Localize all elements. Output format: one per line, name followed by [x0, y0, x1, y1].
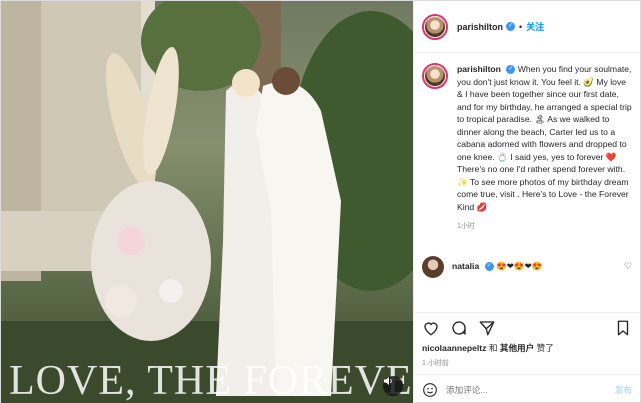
caption: parishilton ✓ When you find your soulmat… — [457, 63, 632, 234]
bookmark-icon[interactable] — [614, 319, 632, 337]
flower — [159, 279, 183, 303]
comment-text: 😍❤😍❤😍 — [496, 261, 543, 271]
comment-input[interactable] — [446, 384, 615, 395]
heart-icon[interactable] — [422, 319, 440, 337]
comments-area: parishilton ✓ When you find your soulmat… — [414, 53, 640, 312]
speaker-icon[interactable] — [383, 376, 403, 396]
post-comment-button[interactable]: 发布 — [615, 384, 632, 396]
likes-user[interactable]: nicolaannepeltz — [422, 343, 486, 353]
verified-icon: ✓ — [506, 65, 516, 75]
caption-text: When you find your soulmate, you don't j… — [457, 64, 632, 212]
list-item: natalia ✓ 😍❤😍❤😍 ♡ — [422, 255, 632, 278]
separator-dot: • — [519, 21, 523, 32]
comment-like-icon[interactable]: ♡ — [624, 261, 632, 272]
flower — [117, 227, 145, 255]
avatar[interactable] — [422, 63, 448, 89]
avatar[interactable] — [422, 13, 448, 40]
smiley-icon[interactable] — [422, 382, 438, 398]
likes-connector: 和 — [488, 343, 498, 353]
groom-head — [272, 67, 300, 95]
post-side-panel: parishilton ✓ • 关注 parishilton ✓ When yo… — [413, 1, 640, 403]
post-header: parishilton ✓ • 关注 — [414, 1, 640, 53]
photo-scene — [1, 1, 413, 403]
follow-button[interactable]: 关注 — [526, 20, 544, 33]
comment-username[interactable]: natalia — [452, 261, 479, 271]
comment: natalia ✓ 😍❤😍❤😍 — [452, 261, 620, 272]
action-bar — [414, 312, 640, 342]
caption-username[interactable]: parishilton — [457, 64, 501, 74]
caption-timestamp: 1小时 — [457, 223, 475, 230]
avatar[interactable] — [422, 255, 444, 278]
likes-suffix: 赞了 — [536, 343, 554, 353]
post-time[interactable]: 1 小时前 — [414, 354, 640, 374]
comment-icon[interactable] — [450, 319, 468, 337]
share-icon[interactable] — [478, 319, 496, 337]
post-photo[interactable]: LOVE, THE FOREVER KIND — [1, 1, 413, 403]
likes-summary: nicolaannepeltz 和 其他用户 赞了 — [414, 342, 640, 354]
add-comment-bar: 发布 — [414, 374, 640, 403]
flower-arrangement — [91, 181, 211, 341]
photo-overlay-text: LOVE, THE FOREVER KIND — [9, 358, 413, 403]
caption-row: parishilton ✓ When you find your soulmat… — [422, 63, 632, 234]
instagram-post-modal: LOVE, THE FOREVER KIND parishilton ✓ • 关… — [0, 0, 641, 403]
bride-hair — [232, 69, 260, 97]
header-username[interactable]: parishilton — [457, 22, 503, 32]
likes-others[interactable]: 其他用户 — [500, 343, 534, 353]
verified-icon: ✓ — [506, 22, 516, 31]
flower — [105, 285, 137, 317]
verified-icon: ✓ — [484, 262, 494, 272]
